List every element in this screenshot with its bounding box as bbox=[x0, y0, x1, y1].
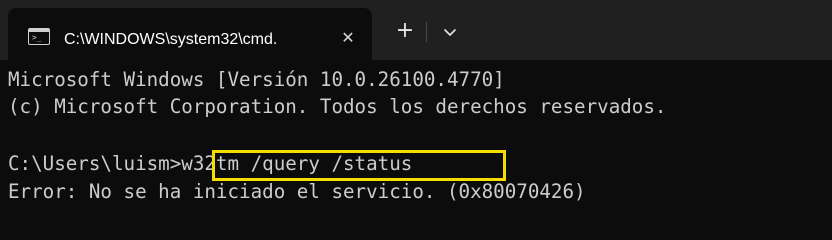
prompt-text: C:\Users\luism> bbox=[8, 152, 182, 175]
tab-title: C:\WINDOWS\system32\cmd. bbox=[64, 31, 278, 48]
terminal-line: Microsoft Windows [Versión 10.0.26100.47… bbox=[8, 68, 505, 91]
terminal-icon-glyph: >_ bbox=[32, 33, 42, 42]
command-highlight-box bbox=[212, 150, 506, 181]
tab-bar: >_ C:\WINDOWS\system32\cmd. ✕ + bbox=[0, 0, 832, 60]
plus-icon[interactable]: + bbox=[392, 18, 418, 44]
close-icon[interactable]: ✕ bbox=[338, 28, 358, 48]
terminal-output[interactable]: Microsoft Windows [Versión 10.0.26100.47… bbox=[0, 60, 832, 220]
terminal-line: (c) Microsoft Corporation. Todos los der… bbox=[8, 95, 667, 118]
tab-cmd[interactable]: >_ C:\WINDOWS\system32\cmd. ✕ bbox=[8, 8, 372, 60]
terminal-window: >_ C:\WINDOWS\system32\cmd. ✕ + Microsof… bbox=[0, 0, 832, 220]
tab-divider bbox=[426, 22, 427, 42]
chevron-down-icon[interactable] bbox=[438, 20, 462, 44]
terminal-icon: >_ bbox=[28, 28, 50, 45]
error-line: Error: No se ha iniciado el servicio. (0… bbox=[8, 180, 586, 203]
